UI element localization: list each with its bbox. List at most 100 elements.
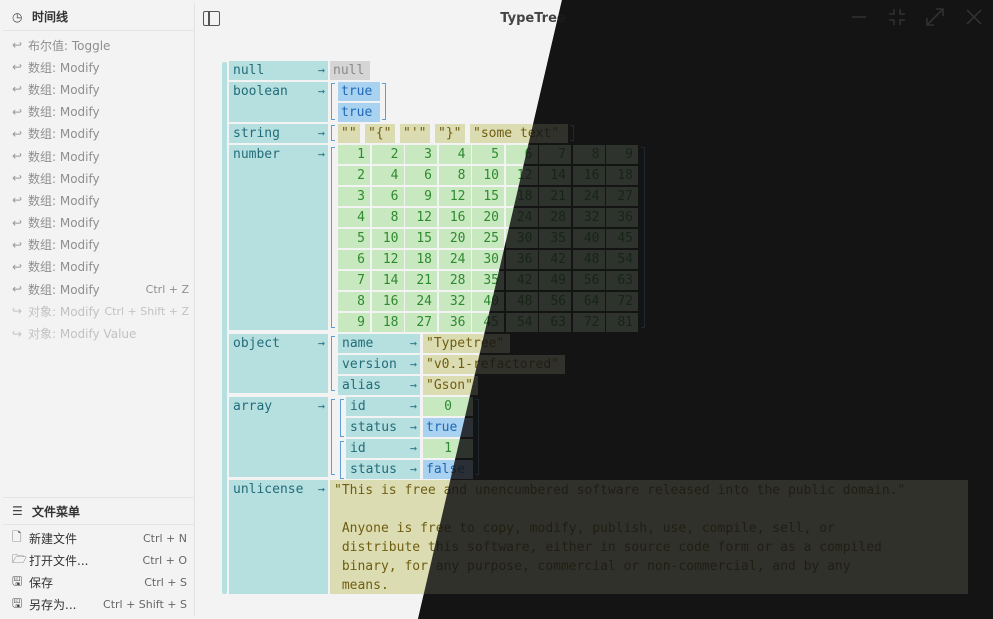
key-boolean[interactable]: boolean →	[229, 82, 328, 122]
number-cell[interactable]: 18	[505, 187, 538, 206]
number-cell[interactable]: 32	[572, 208, 605, 227]
number-cell[interactable]: 9	[338, 313, 370, 332]
number-cell[interactable]: 14	[539, 166, 571, 185]
expand-arrow-icon[interactable]: →	[318, 145, 325, 164]
number-cell[interactable]: 14	[371, 271, 404, 290]
number-cell[interactable]: 35	[539, 229, 571, 248]
number-cell[interactable]: 48	[572, 250, 605, 269]
expand-arrow-icon[interactable]: →	[318, 61, 325, 80]
number-cell[interactable]: 8	[371, 208, 404, 227]
number-cell[interactable]: 10	[371, 229, 404, 248]
number-cell[interactable]: 56	[572, 271, 605, 290]
object-entry-key[interactable]: version →	[338, 355, 420, 374]
number-cell[interactable]: 20	[472, 208, 504, 227]
number-cell[interactable]: 4	[338, 208, 370, 227]
key-object[interactable]: object →	[229, 334, 328, 393]
number-cell[interactable]: 56	[539, 292, 571, 311]
number-cell[interactable]: 16	[438, 208, 471, 227]
number-cell[interactable]: 32	[438, 292, 471, 311]
number-cell[interactable]: 12	[405, 208, 437, 227]
number-cell[interactable]: 18	[405, 250, 437, 269]
number-cell[interactable]: 30	[505, 229, 538, 248]
number-cell[interactable]: 8	[338, 292, 370, 311]
expand-arrow-icon[interactable]: →	[410, 334, 417, 353]
number-cell[interactable]: 24	[438, 250, 471, 269]
number-cell[interactable]: 30	[472, 250, 504, 269]
number-cell[interactable]: 35	[472, 271, 504, 290]
array-item-status[interactable]: true	[423, 418, 473, 437]
number-cell[interactable]: 7	[338, 271, 370, 290]
number-cell[interactable]: 28	[438, 271, 471, 290]
number-cell[interactable]: 20	[438, 229, 471, 248]
expand-arrow-icon[interactable]: →	[318, 82, 325, 101]
expand-arrow-icon[interactable]: →	[410, 397, 417, 416]
number-cell[interactable]: 49	[539, 271, 571, 290]
number-cell[interactable]: 4	[438, 145, 471, 164]
key-array[interactable]: array →	[229, 397, 328, 477]
number-cell[interactable]: 3	[338, 187, 370, 206]
number-cell[interactable]: 72	[606, 292, 638, 311]
key-number[interactable]: number →	[229, 145, 328, 330]
number-cell[interactable]: 1	[338, 145, 370, 164]
value-string[interactable]: "{"	[365, 124, 395, 143]
key-string[interactable]: string →	[229, 124, 328, 143]
array-item-key[interactable]: status →	[346, 460, 420, 479]
expand-arrow-icon[interactable]: →	[318, 124, 325, 143]
value-string[interactable]: "'"	[400, 124, 430, 143]
number-cell[interactable]: 21	[539, 187, 571, 206]
number-cell[interactable]: 2	[338, 166, 370, 185]
object-entry-key[interactable]: alias →	[338, 376, 420, 395]
number-cell[interactable]: 7	[539, 145, 571, 164]
number-cell[interactable]: 40	[572, 229, 605, 248]
expand-arrow-icon[interactable]: →	[318, 334, 325, 353]
number-cell[interactable]: 6	[371, 187, 404, 206]
number-cell[interactable]: 21	[405, 271, 437, 290]
number-cell[interactable]: 18	[371, 313, 404, 332]
number-cell[interactable]: 9	[606, 145, 638, 164]
number-cell[interactable]: 12	[438, 187, 471, 206]
array-item-key[interactable]: status →	[346, 418, 420, 437]
number-cell[interactable]: 36	[505, 250, 538, 269]
unlicense-value[interactable]: "This is free and unencumbered software …	[330, 480, 968, 594]
number-cell[interactable]: 8	[438, 166, 471, 185]
value-string[interactable]: ""	[338, 124, 360, 143]
number-cell[interactable]: 63	[606, 271, 638, 290]
number-cell[interactable]: 45	[472, 313, 504, 332]
number-cell[interactable]: 5	[338, 229, 370, 248]
number-cell[interactable]: 6	[405, 166, 437, 185]
number-cell[interactable]: 54	[505, 313, 538, 332]
number-cell[interactable]: 45	[606, 229, 638, 248]
key-null[interactable]: null →	[229, 61, 328, 80]
number-cell[interactable]: 24	[505, 208, 538, 227]
number-cell[interactable]: 24	[572, 187, 605, 206]
expand-arrow-icon[interactable]: →	[410, 460, 417, 479]
number-cell[interactable]: 2	[371, 145, 404, 164]
number-cell[interactable]: 15	[472, 187, 504, 206]
expand-arrow-icon[interactable]: →	[410, 355, 417, 374]
array-item-id[interactable]: 0	[423, 397, 473, 416]
value-boolean[interactable]: true	[338, 103, 380, 122]
number-cell[interactable]: 24	[405, 292, 437, 311]
number-cell[interactable]: 5	[472, 145, 504, 164]
number-cell[interactable]: 18	[606, 166, 638, 185]
number-cell[interactable]: 48	[505, 292, 538, 311]
key-unlicense[interactable]: unlicense →	[229, 480, 328, 594]
number-cell[interactable]: 10	[472, 166, 504, 185]
number-cell[interactable]: 16	[572, 166, 605, 185]
number-cell[interactable]: 28	[539, 208, 571, 227]
number-cell[interactable]: 27	[405, 313, 437, 332]
number-cell[interactable]: 12	[371, 250, 404, 269]
value-null[interactable]: null	[330, 61, 370, 80]
number-cell[interactable]: 42	[505, 271, 538, 290]
number-cell[interactable]: 6	[505, 145, 538, 164]
number-cell[interactable]: 40	[472, 292, 504, 311]
object-entry-value[interactable]: "Typetree"	[423, 334, 510, 353]
array-item-key[interactable]: id →	[346, 397, 420, 416]
number-cell[interactable]: 54	[606, 250, 638, 269]
number-cell[interactable]: 36	[606, 208, 638, 227]
number-cell[interactable]: 12	[505, 166, 538, 185]
number-cell[interactable]: 3	[405, 145, 437, 164]
expand-arrow-icon[interactable]: →	[410, 439, 417, 458]
object-entry-value[interactable]: "Gson"	[423, 376, 479, 395]
number-cell[interactable]: 36	[438, 313, 471, 332]
